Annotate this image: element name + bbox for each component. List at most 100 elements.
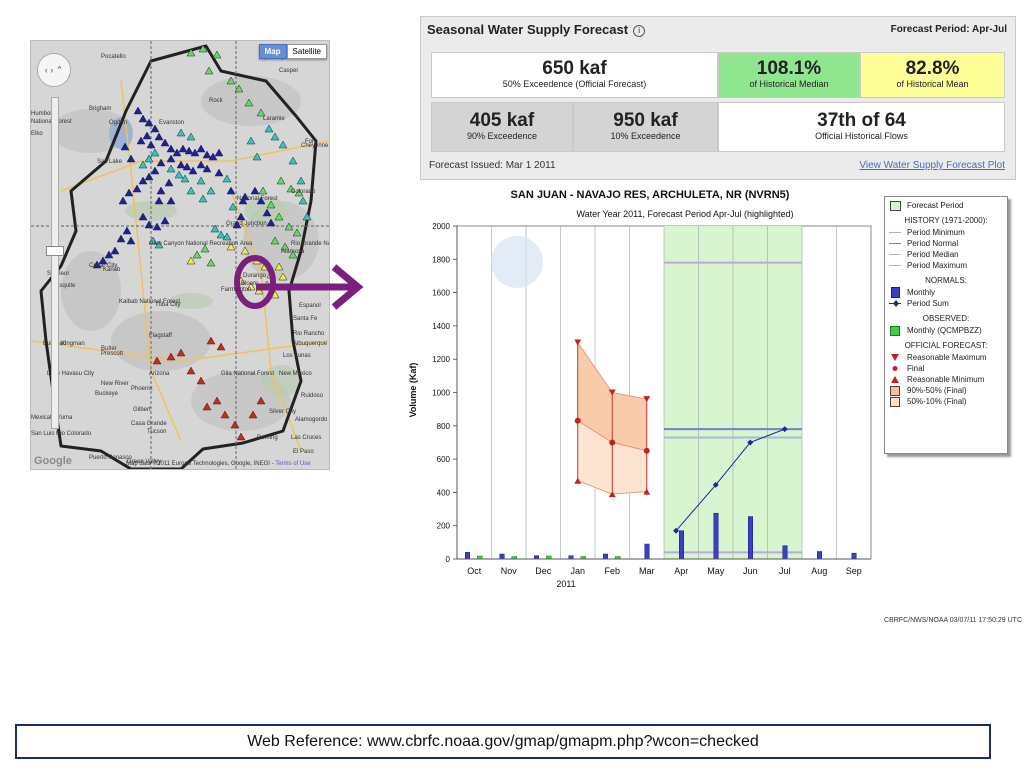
legend-reasonable-maximum: Reasonable Maximum <box>889 352 1003 363</box>
map-place-label: Rock <box>209 98 223 104</box>
x-tick-label: Apr <box>674 566 688 576</box>
forecast-period-swatch <box>889 200 901 211</box>
map-place-label: Silver City <box>269 409 297 415</box>
web-reference-box: Web Reference: www.cbrfc.noaa.gov/gmap/g… <box>15 724 991 759</box>
map-place-label: Casa Grande <box>131 421 167 427</box>
map-place-label: El Paso <box>293 449 314 455</box>
y-tick-label: 1000 <box>432 389 450 398</box>
map-place-label: Grand Junction <box>226 221 267 227</box>
official-forecast-cell: 650 kaf 50% Exceedence (Official Forecas… <box>431 52 718 98</box>
map-type-control[interactable]: Map Satellite <box>258 44 327 59</box>
legend-label: Monthly (QCMPBZZ) <box>907 326 982 335</box>
map-place-label: Ruidoso <box>301 393 324 399</box>
map-type-map-button[interactable]: Map <box>258 44 287 59</box>
map-place-label: Flagstaff <box>149 333 172 339</box>
y-tick-label: 400 <box>437 488 451 497</box>
normals-monthly-bar <box>748 516 753 560</box>
map-type-satellite-button[interactable]: Satellite <box>286 44 327 59</box>
panel-title-text: Seasonal Water Supply Forecast <box>427 22 629 37</box>
map-place-label: New Mexico <box>279 371 312 377</box>
forecast-final-marker <box>609 439 616 446</box>
x-tick-label: Feb <box>604 566 620 576</box>
up-triangle-icon <box>889 375 901 384</box>
legend-label: Monthly <box>907 288 936 297</box>
panel-title: Seasonal Water Supply Forecast i <box>427 22 646 37</box>
legend-final: Final <box>889 363 1003 374</box>
map-place-label: National Forest <box>237 196 278 202</box>
zoom-slider-track[interactable] <box>51 97 59 429</box>
map-place-label: Laramie <box>263 116 285 122</box>
map-place-label: Humbol <box>31 111 52 117</box>
attribution-text: Map data ©2011 Europa Technologies, Goog… <box>126 461 276 467</box>
chart-legend: Forecast Period HISTORY (1971-2000): Per… <box>884 196 1008 454</box>
legend-period-normal: Period Normal <box>889 238 1003 249</box>
exceedence-90-label: 90% Exceedence <box>466 131 538 141</box>
y-tick-label: 800 <box>437 422 451 431</box>
chart-credit: CBRFC/NWS/NOAA 03/07/11 17:50:29 UTC <box>884 617 1022 624</box>
y-tick-label: 1400 <box>432 322 450 331</box>
legend-label: Forecast Period <box>907 201 964 210</box>
x-tick-label: Jun <box>743 566 758 576</box>
y-tick-label: 1200 <box>432 355 450 364</box>
view-forecast-plot-link[interactable]: View Water Supply Forecast Plot <box>859 160 1005 171</box>
legend-normals-monthly: Monthly <box>889 287 1003 298</box>
map-place-label: Rio Grande National <box>291 241 329 247</box>
exceedence-10-label: 10% Exceedence <box>610 131 681 141</box>
period-maximum-line <box>889 261 901 270</box>
historical-median-label: of Historical Median <box>749 79 829 89</box>
normals-monthly-bar <box>713 512 719 560</box>
map-place-label: Gila National Forest <box>221 371 275 377</box>
map-place-label: Gilbert <box>133 407 151 413</box>
legend-label: Reasonable Maximum <box>907 353 987 362</box>
terms-of-use-link[interactable]: Terms of Use <box>275 461 310 467</box>
period-sum-marker <box>889 299 901 308</box>
legend-observed-monthly: Monthly (QCMPBZZ) <box>889 325 1003 336</box>
normals-monthly-bar <box>499 553 505 560</box>
info-icon[interactable]: i <box>633 25 646 37</box>
x-tick-label: May <box>707 566 725 576</box>
historical-rank-value: 37th of 64 <box>817 110 906 131</box>
map-place-label: Arizona <box>149 371 170 377</box>
pointer-arrow <box>256 264 364 310</box>
normals-monthly-bar <box>782 545 788 560</box>
x-tick-label: Mar <box>639 566 655 576</box>
pan-control[interactable]: ‹ › ⌃ <box>37 53 71 87</box>
map-place-label: Casper <box>279 68 299 74</box>
period-minimum-line <box>889 228 901 237</box>
x-tick-label: Aug <box>811 566 827 576</box>
map-place-label: Tucson <box>147 429 167 435</box>
legend-official-header: OFFICIAL FORECAST: <box>904 341 988 350</box>
band-90-50-swatch <box>889 385 901 396</box>
normals-monthly-bar <box>679 530 684 560</box>
zoom-slider-handle[interactable] <box>46 246 64 256</box>
legend-label: Period Normal <box>907 239 959 248</box>
legend-label: 90%-50% (Final) <box>907 386 967 395</box>
legend-label: Period Median <box>907 250 959 259</box>
map-place-label: San Luis Rio Colorado <box>31 431 92 437</box>
legend-normals-header: NORMALS: <box>925 276 967 285</box>
google-logo: Google <box>34 455 72 467</box>
x-axis-year-label: 2011 <box>556 579 575 589</box>
x-tick-label: Jul <box>779 566 791 576</box>
map-place-label: Cheyenne <box>301 143 329 149</box>
historical-mean-cell: 82.8% of Historical Mean <box>860 52 1005 98</box>
official-forecast-label: 50% Exceedence (Official Forecast) <box>502 79 647 89</box>
map-place-label: Los Lunas <box>283 353 311 359</box>
observed-monthly-swatch <box>889 325 901 336</box>
pan-arrows-icon[interactable]: ‹ › ⌃ <box>45 65 64 76</box>
historical-rank-cell: 37th of 64 Official Historical Flows <box>718 102 1005 152</box>
legend-period-sum: Period Sum <box>889 298 1003 309</box>
map-place-label: Phoenix <box>131 386 153 392</box>
noaa-logo-watermark <box>491 236 543 288</box>
y-tick-label: 1800 <box>432 255 450 264</box>
map-place-label: Kingman <box>61 341 85 347</box>
legend-period-median: Period Median <box>889 249 1003 260</box>
map-place-label: Yuma <box>57 415 73 421</box>
normals-monthly-bar <box>644 543 650 560</box>
x-tick-label: Nov <box>501 566 518 576</box>
down-triangle-icon <box>889 353 901 362</box>
legend-forecast-period: Forecast Period <box>889 200 1003 211</box>
legend-label: Reasonable Minimum <box>907 375 985 384</box>
official-forecast-value: 650 kaf <box>542 58 607 79</box>
period-median-line <box>889 250 901 259</box>
